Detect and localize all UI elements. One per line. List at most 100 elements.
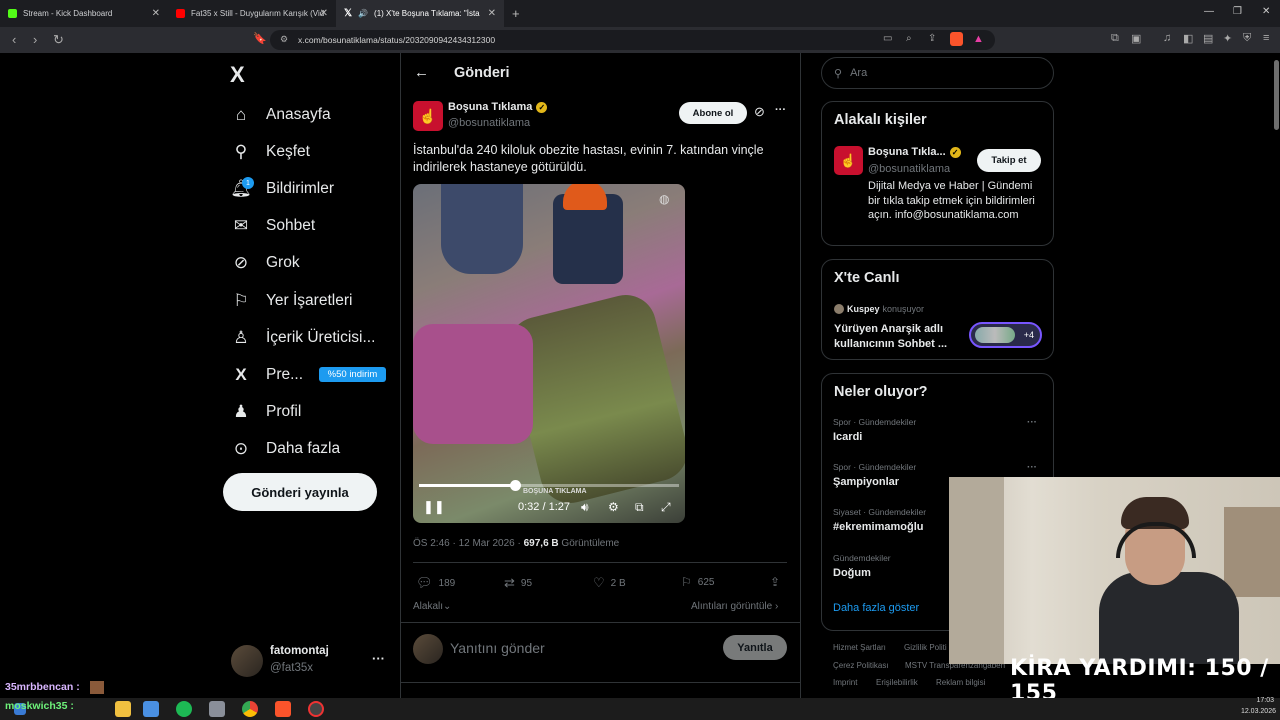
show-more-link[interactable]: Daha fazla göster — [833, 602, 919, 614]
footer-accessibility[interactable]: Erişilebilirlik — [876, 678, 918, 687]
reply-input[interactable]: Yanıtını gönder — [450, 640, 545, 656]
author-handle[interactable]: @bosunatiklama — [448, 117, 530, 129]
site-info-icon[interactable]: ⚙ — [280, 34, 288, 45]
nav-bookmarks[interactable]: ⚐ Yer İşaretleri — [230, 286, 352, 316]
sort-relevant-dropdown[interactable]: Alakalı⌄ — [413, 601, 451, 612]
menu-icon[interactable]: ≡ — [1263, 32, 1269, 44]
footer-privacy[interactable]: Gizlilik Politi — [904, 643, 947, 652]
obs-icon[interactable] — [308, 701, 324, 717]
share-button[interactable]: ⇪ — [770, 575, 780, 589]
brave-icon[interactable] — [275, 701, 291, 717]
footer-terms[interactable]: Hizmet Şartları — [833, 643, 886, 652]
trend-name[interactable]: Icardi — [833, 431, 862, 443]
reload-icon[interactable]: ↻ — [53, 32, 64, 48]
post-button[interactable]: Gönderi yayınla — [223, 473, 377, 511]
close-icon[interactable]: ✕ — [320, 8, 328, 19]
close-icon[interactable]: ✕ — [152, 8, 160, 19]
store-icon[interactable] — [143, 701, 159, 717]
view-quotes-link[interactable]: Alıntıları görüntüle › — [691, 601, 778, 612]
url-bar[interactable]: ⚙ x.com/bosunatiklama/status/20320909424… — [270, 30, 995, 50]
brave-shield-icon[interactable] — [950, 32, 963, 46]
extensions-icon[interactable]: ⧉ — [1111, 32, 1119, 45]
chrome-icon[interactable] — [242, 701, 258, 717]
close-window-icon[interactable]: ✕ — [1262, 6, 1270, 17]
volume-icon[interactable]: 🔊︎ — [581, 500, 589, 515]
tab-kick[interactable]: Stream - Kick Dashboard ✕ — [0, 0, 168, 27]
live-host-row[interactable]: Kuspey konuşuyor — [834, 304, 924, 314]
nav-more[interactable]: ⊙ Daha fazla — [230, 434, 340, 464]
account-name: fatomontaj — [270, 645, 329, 657]
back-icon[interactable]: ‹ — [12, 32, 16, 47]
nav-grok[interactable]: ⊘ Grok — [230, 248, 300, 278]
close-icon[interactable]: ✕ — [488, 8, 496, 19]
reply-button[interactable]: 💬︎ 189 — [416, 575, 455, 591]
nav-premium[interactable]: X Pre... — [230, 360, 303, 390]
related-name-row[interactable]: Boşuna Tıkla... ✓ — [868, 146, 961, 158]
nav-explore[interactable]: ⚲ Keşfet — [230, 137, 310, 167]
video-seek-handle[interactable] — [510, 480, 522, 491]
tab-youtube[interactable]: Fat35 x Still - Duygularım Karışık (Vid … — [168, 0, 336, 27]
subscribe-button[interactable]: Abone ol — [679, 102, 747, 124]
reply-button-submit[interactable]: Yanıtla — [723, 635, 787, 660]
like-button[interactable]: ♡ 2 B — [593, 575, 626, 591]
calculator-icon[interactable] — [209, 701, 225, 717]
nav-profile[interactable]: ♟ Profil — [230, 397, 301, 427]
account-avatar[interactable] — [231, 645, 263, 677]
screenshot-icon[interactable]: ▣ — [1131, 32, 1141, 45]
forward-icon[interactable]: › — [33, 32, 37, 47]
minimize-icon[interactable]: — — [1204, 6, 1214, 17]
spotify-icon[interactable] — [176, 701, 192, 717]
folder-icon[interactable] — [115, 701, 131, 717]
speaker-icon[interactable]: 🔊 — [358, 9, 368, 18]
footer-ads-info[interactable]: Reklam bilgisi — [936, 678, 985, 687]
brave-rewards-icon[interactable]: ▲ — [973, 33, 984, 45]
bookmark-button[interactable]: ⚐ 625 — [681, 575, 714, 589]
nav-creator[interactable]: ♙ İçerik Üreticisi... — [230, 323, 375, 353]
post-more-icon[interactable]: ··· — [775, 104, 786, 116]
wallet-icon[interactable]: ▤ — [1203, 32, 1213, 45]
live-participants[interactable]: +4 — [969, 322, 1042, 348]
account-menu-icon[interactable]: ··· — [372, 651, 385, 666]
cast-icon[interactable]: ▭ — [883, 33, 892, 44]
sidebar-icon[interactable]: ◧ — [1183, 32, 1193, 45]
video-progress-track[interactable] — [419, 484, 679, 487]
x-logo[interactable]: X — [230, 62, 245, 88]
author-avatar[interactable]: ☝ — [413, 101, 443, 131]
search-input[interactable]: ⚲ Ara — [821, 57, 1054, 89]
nav-home[interactable]: ⌂ Anasayfa — [230, 100, 331, 130]
related-avatar[interactable]: ☝ — [834, 146, 863, 175]
bookmark-page-icon[interactable]: 🔖 — [253, 32, 267, 45]
trend-name[interactable]: Doğum — [833, 567, 871, 579]
participant-avatars — [975, 327, 1015, 343]
footer-imprint[interactable]: Imprint — [833, 678, 857, 687]
music-icon[interactable]: ♫ — [1163, 32, 1171, 44]
premium-discount-badge[interactable]: %50 indirim — [319, 367, 386, 382]
footer-cookies[interactable]: Çerez Politikası — [833, 661, 889, 670]
back-arrow-icon[interactable]: ← — [414, 64, 429, 81]
leo-icon[interactable]: ✦ — [1223, 32, 1232, 45]
pip-icon[interactable]: ⧉ — [635, 500, 644, 515]
settings-icon[interactable]: ⚙ — [608, 500, 619, 514]
nav-messages[interactable]: ✉ Sohbet — [230, 211, 315, 241]
url-text: x.com/bosunatiklama/status/2032090942434… — [298, 35, 496, 45]
new-tab-icon[interactable]: + — [512, 6, 520, 21]
fullscreen-icon[interactable]: ⤢ — [661, 500, 671, 515]
page-scrollbar[interactable] — [1274, 60, 1279, 130]
trend-more-icon[interactable]: ··· — [1027, 462, 1037, 473]
zoom-icon[interactable]: ⌕ — [906, 33, 912, 44]
share-icon[interactable]: ⇪ — [928, 33, 936, 44]
pause-icon[interactable]: ❚❚ — [423, 499, 445, 515]
nav-label: Pre... — [266, 366, 304, 383]
repost-button[interactable]: ⇄ 95 — [504, 575, 532, 591]
trend-name[interactable]: #ekremimamoğlu — [833, 521, 923, 533]
author-name-row[interactable]: Boşuna Tıklama ✓ — [448, 101, 548, 113]
video-player[interactable]: ◍ BOŞUNA TIKLAMA ❚❚ 0:32 / 1:27 🔊︎ ⚙ ⧉ ⤢ — [413, 184, 685, 523]
live-text[interactable]: Yürüyen Anarşik adlı kullanıcının Sohbet… — [834, 322, 969, 352]
grok-explain-icon[interactable]: ⊘ — [754, 104, 765, 120]
follow-button[interactable]: Takip et — [977, 149, 1041, 172]
tab-x[interactable]: 𝕏 🔊 (1) X'te Boşuna Tıklama: "İsta ✕ — [336, 0, 504, 27]
maximize-icon[interactable]: ❐ — [1233, 6, 1242, 17]
trend-more-icon[interactable]: ··· — [1027, 417, 1037, 428]
vpn-icon[interactable]: ⛨ — [1243, 32, 1251, 45]
trend-name[interactable]: Şampiyonlar — [833, 476, 899, 488]
